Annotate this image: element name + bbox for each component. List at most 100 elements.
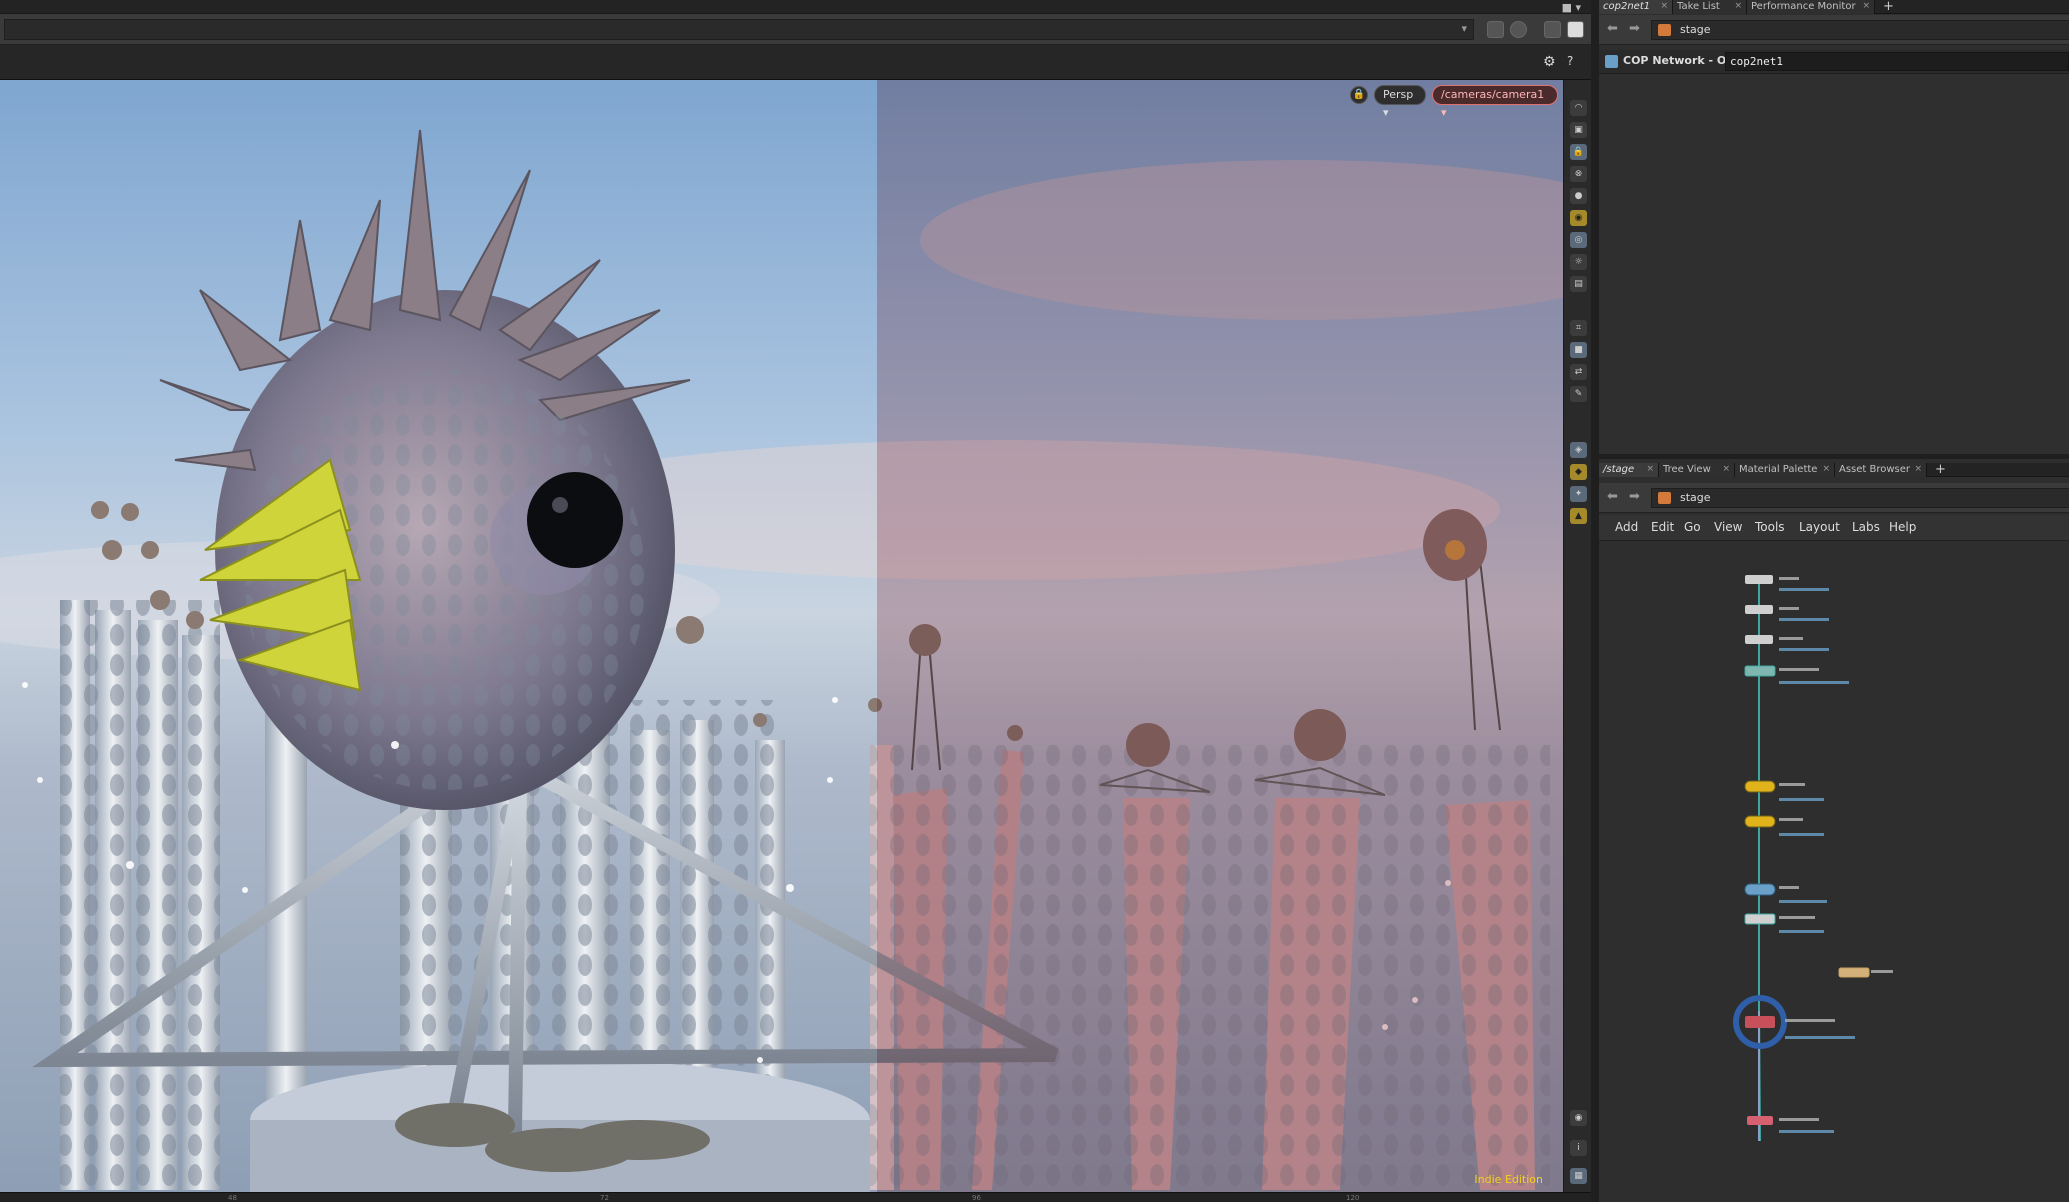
node[interactable] bbox=[1745, 635, 1773, 644]
light-icon[interactable]: ☼ bbox=[1570, 254, 1587, 270]
flag-icon[interactable]: ▲ bbox=[1570, 508, 1587, 524]
timeline-ruler[interactable]: 48 72 96 120 144 bbox=[0, 1192, 1731, 1202]
snap-icon[interactable]: ⊗ bbox=[1570, 166, 1587, 182]
pane-splitter-horizontal[interactable] bbox=[1599, 454, 2069, 459]
viewer-path-combo[interactable]: ▾ bbox=[4, 19, 1474, 40]
close-icon[interactable]: × bbox=[1660, 0, 1668, 13]
pane-menu-icon[interactable]: ■ ▾ bbox=[1562, 1, 1581, 14]
menu-labs[interactable]: Labs bbox=[1852, 520, 1880, 534]
node[interactable] bbox=[1744, 913, 1776, 925]
selection-mode-icon[interactable]: ▣ bbox=[1570, 122, 1587, 138]
tab-tree-view[interactable]: Tree View × bbox=[1659, 463, 1735, 477]
add-tab-icon[interactable]: + bbox=[1883, 0, 1894, 14]
transform-icon[interactable]: ⇄ bbox=[1570, 364, 1587, 380]
close-icon[interactable]: × bbox=[1862, 0, 1870, 13]
top-pane-tabbar: cop2net1 × Take List × Performance Monitor… bbox=[1599, 0, 2069, 14]
houdini-window: ■ ▾ ▾ ⚙ ? 🔒 Persp ▾ /cameras/camera1 ▾ I… bbox=[0, 0, 2069, 1202]
menu-go[interactable]: Go bbox=[1684, 520, 1701, 534]
eye-icon[interactable]: ◉ bbox=[1570, 1110, 1587, 1126]
info-icon[interactable]: i bbox=[1570, 1140, 1587, 1156]
tab-stage[interactable]: /stage × bbox=[1599, 463, 1659, 477]
menu-layout[interactable]: Layout bbox=[1799, 520, 1840, 534]
visibility-icon[interactable]: ◠ bbox=[1570, 100, 1587, 116]
close-icon[interactable]: × bbox=[1914, 463, 1922, 476]
tab-performance-monitor[interactable]: Performance Monitor × bbox=[1747, 0, 1875, 14]
layout-icon[interactable] bbox=[1544, 21, 1561, 38]
tab-material-palette[interactable]: Material Palette × bbox=[1735, 463, 1835, 477]
tab-label: cop2net1 bbox=[1603, 1, 1651, 12]
node[interactable] bbox=[1838, 967, 1870, 978]
tab-take-list[interactable]: Take List × bbox=[1673, 0, 1747, 14]
brush-icon[interactable]: ✎ bbox=[1570, 386, 1587, 402]
tab-asset-browser[interactable]: Asset Browser × bbox=[1835, 463, 1927, 477]
guides-icon[interactable]: ✦ bbox=[1570, 486, 1587, 502]
lock-camera-icon[interactable]: 🔒 bbox=[1570, 144, 1587, 160]
shading-icon[interactable]: ● bbox=[1570, 188, 1587, 204]
3d-viewport[interactable]: 🔒 Persp ▾ /cameras/camera1 ▾ Indie Editi… bbox=[0, 80, 1563, 1192]
node[interactable] bbox=[1744, 665, 1776, 677]
timeline-tick: 96 bbox=[972, 1194, 981, 1202]
path-field[interactable]: stage bbox=[1651, 488, 2069, 508]
chevron-down-icon[interactable]: ▾ bbox=[1461, 22, 1467, 35]
help-icon[interactable]: ? bbox=[1567, 54, 1573, 68]
parameter-editor bbox=[1599, 74, 2069, 454]
parameter-header: COP Network - Old cop2net1 bbox=[1599, 50, 2069, 74]
node[interactable] bbox=[1745, 575, 1773, 584]
back-icon[interactable]: ⬅ bbox=[1607, 489, 1618, 504]
render-region-overlay bbox=[877, 80, 1563, 1192]
lighting-icon[interactable]: ◉ bbox=[1570, 210, 1587, 226]
node[interactable] bbox=[1744, 780, 1776, 793]
camera-icon[interactable]: ▤ bbox=[1570, 276, 1587, 292]
node[interactable] bbox=[1744, 815, 1776, 828]
display-icon[interactable]: ◈ bbox=[1570, 442, 1587, 458]
viewer-toolbar: ▾ bbox=[0, 14, 1591, 45]
viewport-tool-strip: ◠ ▣ 🔒 ⊗ ● ◉ ◎ ☼ ▤ ⌗ ■ ⇄ ✎ ◈ ◆ ✦ ▲ ◉ i ▦ bbox=[1563, 80, 1591, 1192]
node-name-field[interactable]: cop2net1 bbox=[1725, 52, 2069, 71]
path-text: stage bbox=[1680, 23, 1711, 36]
stage-icon bbox=[1658, 492, 1671, 504]
layout-grid-icon[interactable]: ▦ bbox=[1570, 1168, 1587, 1184]
forward-icon[interactable]: ➡ bbox=[1629, 489, 1640, 504]
pin-icon[interactable] bbox=[1487, 21, 1504, 38]
render-region-icon[interactable]: ■ bbox=[1570, 342, 1587, 358]
timeline-tick: 72 bbox=[600, 1194, 609, 1202]
close-icon[interactable]: × bbox=[1822, 463, 1830, 476]
headlight-icon[interactable]: ◎ bbox=[1570, 232, 1587, 248]
lock-icon[interactable]: 🔒 bbox=[1350, 86, 1368, 104]
maximize-icon[interactable] bbox=[1567, 21, 1584, 38]
close-icon[interactable]: × bbox=[1646, 463, 1654, 476]
add-tab-icon[interactable]: + bbox=[1935, 462, 1946, 477]
tab-cop2net1[interactable]: cop2net1 × bbox=[1599, 0, 1673, 14]
camera-menu-button[interactable]: /cameras/camera1 ▾ bbox=[1432, 85, 1558, 119]
scene-viewer-pane: ■ ▾ ▾ ⚙ ? 🔒 Persp ▾ /cameras/camera1 ▾ I… bbox=[0, 0, 1731, 1202]
node[interactable] bbox=[1747, 1116, 1773, 1125]
pane-splitter[interactable] bbox=[1591, 0, 1599, 1202]
path-field[interactable]: stage bbox=[1651, 20, 2069, 40]
gear-icon[interactable]: ⚙ bbox=[1543, 54, 1556, 70]
bottom-pane-tabbar: /stage × Tree View × Material Palette × Ass… bbox=[1599, 462, 2069, 477]
menu-view[interactable]: View bbox=[1714, 520, 1742, 534]
stage-icon bbox=[1658, 24, 1671, 36]
tab-label: Take List bbox=[1677, 1, 1720, 12]
node[interactable] bbox=[1745, 605, 1773, 614]
close-icon[interactable]: × bbox=[1734, 0, 1742, 13]
bottom-pane-navbar: ⬅ ➡ stage bbox=[1599, 483, 2069, 513]
tab-label: Material Palette bbox=[1739, 464, 1818, 475]
back-icon[interactable]: ⬅ bbox=[1607, 21, 1618, 36]
network-editor[interactable] bbox=[1599, 541, 2069, 1202]
persp-menu-button[interactable]: Persp ▾ bbox=[1374, 85, 1426, 119]
tag-icon[interactable]: ◆ bbox=[1570, 464, 1587, 480]
right-panes: cop2net1 × Take List × Performance Monitor… bbox=[1599, 0, 2069, 1202]
node[interactable] bbox=[1744, 883, 1776, 896]
close-icon[interactable]: × bbox=[1722, 463, 1730, 476]
menu-edit[interactable]: Edit bbox=[1651, 520, 1674, 534]
node-graph bbox=[1733, 575, 1893, 1142]
forward-icon[interactable]: ➡ bbox=[1629, 21, 1640, 36]
menu-tools[interactable]: Tools bbox=[1755, 520, 1785, 534]
indie-edition-watermark: Indie Edition bbox=[1474, 1173, 1543, 1186]
menu-help[interactable]: Help bbox=[1889, 520, 1916, 534]
link-icon[interactable] bbox=[1510, 21, 1527, 38]
tab-label: Asset Browser bbox=[1839, 464, 1911, 475]
grid-icon[interactable]: ⌗ bbox=[1570, 320, 1587, 336]
menu-add[interactable]: Add bbox=[1615, 520, 1638, 534]
